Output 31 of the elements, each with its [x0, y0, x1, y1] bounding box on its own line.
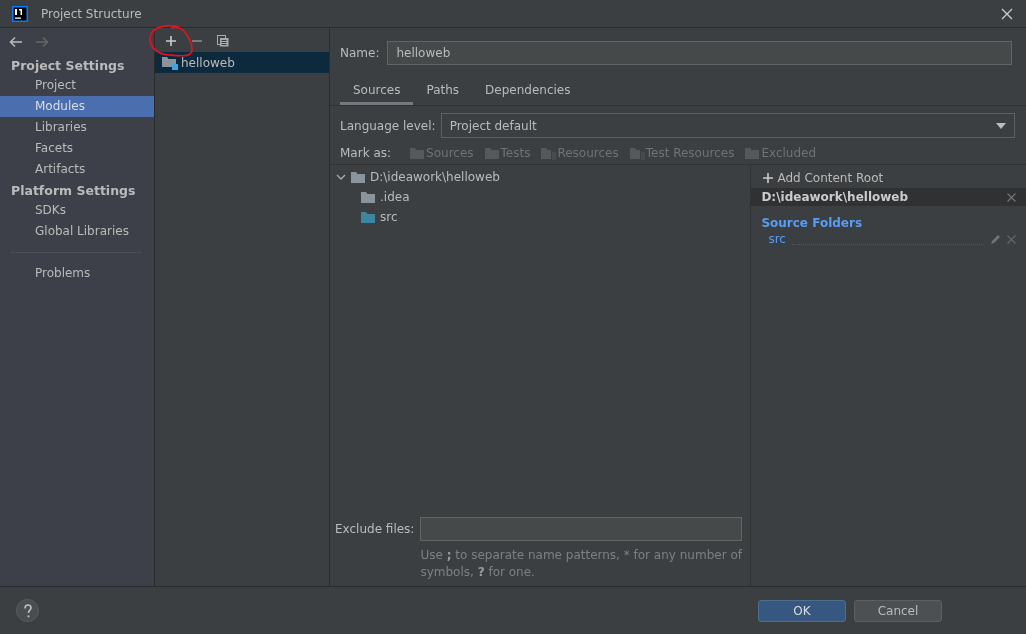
mark-as-label: Mark as: — [340, 146, 392, 160]
exclude-files-label: Exclude files: — [335, 521, 415, 538]
sidebar-item[interactable]: Modules — [0, 96, 154, 117]
section-heading: Project Settings — [10, 57, 126, 75]
section-heading: Source Folders — [760, 215, 864, 232]
tree-item[interactable]: D:\ideawork\helloweb — [370, 170, 500, 184]
window-title: Project Structure — [41, 6, 142, 21]
ok-button[interactable]: OK — [758, 599, 846, 622]
name-field[interactable]: helloweb — [387, 41, 1012, 65]
tab[interactable]: Paths — [413, 79, 473, 105]
tab[interactable]: Dependencies — [472, 79, 584, 105]
add-content-root-button[interactable]: Add Content Root — [751, 165, 1026, 188]
sidebar-item[interactable]: Problems — [0, 263, 154, 284]
content-root-path: D:\ideawork\helloweb — [761, 190, 909, 204]
module-item[interactable]: helloweb — [155, 52, 329, 73]
sidebar-item[interactable]: Artifacts — [0, 159, 154, 180]
sidebar-item[interactable]: Project — [0, 75, 154, 96]
name-label: Name: — [340, 46, 380, 60]
dialog-button[interactable]: Cancel — [854, 599, 942, 622]
tree-item[interactable]: src — [380, 210, 398, 224]
hint-text: Use ; to separate name patterns, * for any number of symbols, ? for one. — [420, 547, 743, 581]
source-folder-link[interactable]: src — [768, 232, 786, 246]
language-level-label: Language level: — [340, 118, 436, 133]
language-level-dropdown[interactable]: Project default — [440, 113, 1015, 138]
sidebar-item[interactable]: Facets — [0, 138, 154, 159]
sidebar-item[interactable]: SDKs — [0, 200, 154, 221]
tab[interactable]: Sources — [340, 79, 414, 105]
tree-item[interactable]: .idea — [380, 190, 410, 204]
section-heading: Platform Settings — [10, 182, 137, 200]
sidebar-item[interactable]: Libraries — [0, 117, 154, 138]
sidebar-item[interactable]: Global Libraries — [0, 221, 154, 242]
